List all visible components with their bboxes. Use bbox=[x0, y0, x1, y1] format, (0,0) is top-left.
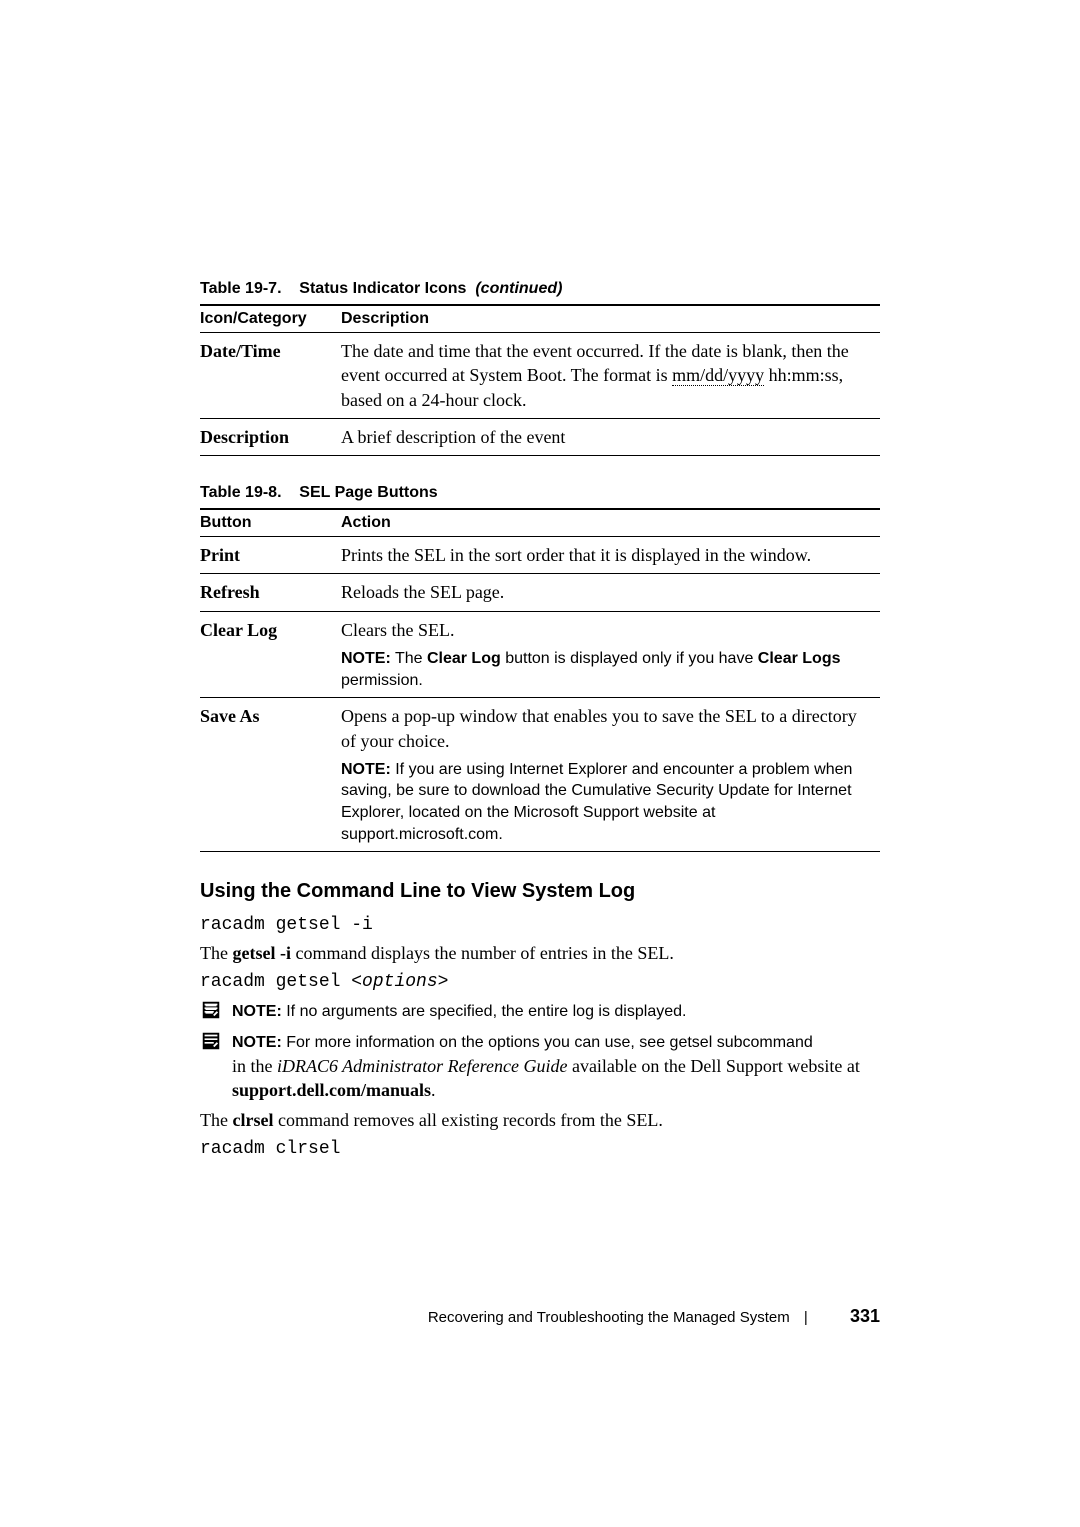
page-footer: Recovering and Troubleshooting the Manag… bbox=[428, 1306, 880, 1327]
note-row: NOTE: If no arguments are specified, the… bbox=[200, 998, 880, 1023]
caption-title: Status Indicator Icons bbox=[299, 280, 466, 297]
table-row: Save As Opens a pop-up window that enabl… bbox=[200, 698, 880, 852]
footer-text: Recovering and Troubleshooting the Manag… bbox=[428, 1309, 790, 1326]
table-header: Description bbox=[341, 305, 880, 333]
row-label: Description bbox=[200, 418, 341, 455]
note-row: NOTE: For more information on the option… bbox=[200, 1029, 880, 1102]
row-label: Refresh bbox=[200, 574, 341, 611]
table-row: Description A brief description of the e… bbox=[200, 418, 880, 455]
row-content: Prints the SEL in the sort order that it… bbox=[341, 537, 880, 574]
caption-prefix: Table 19-7. bbox=[200, 280, 282, 297]
note-content: NOTE: For more information on the option… bbox=[232, 1029, 880, 1102]
table-row: Date/Time The date and time that the eve… bbox=[200, 333, 880, 419]
table-header: Icon/Category bbox=[200, 305, 341, 333]
table-row: Clear Log Clears the SEL. NOTE: The Clea… bbox=[200, 611, 880, 697]
saveas-text: Opens a pop-up window that enables you t… bbox=[341, 704, 874, 753]
caption-title: SEL Page Buttons bbox=[299, 484, 437, 501]
row-label: Date/Time bbox=[200, 333, 341, 419]
body-paragraph: The clrsel command removes all existing … bbox=[200, 1108, 880, 1133]
section-heading: Using the Command Line to View System Lo… bbox=[200, 880, 880, 903]
row-content: Reloads the SEL page. bbox=[341, 574, 880, 611]
row-content: The date and time that the event occurre… bbox=[341, 333, 880, 419]
command-line: racadm getsel <options> bbox=[200, 972, 880, 992]
table-198-caption: Table 19-8. SEL Page Buttons bbox=[200, 484, 880, 502]
table-197: Icon/Category Description Date/Time The … bbox=[200, 304, 880, 456]
row-content: Clears the SEL. NOTE: The Clear Log butt… bbox=[341, 611, 880, 697]
table-row: Refresh Reloads the SEL page. bbox=[200, 574, 880, 611]
command-line: racadm getsel -i bbox=[200, 915, 880, 935]
row-content: Opens a pop-up window that enables you t… bbox=[341, 698, 880, 852]
row-label: Print bbox=[200, 537, 341, 574]
table-row: Print Prints the SEL in the sort order t… bbox=[200, 537, 880, 574]
row-content: A brief description of the event bbox=[341, 418, 880, 455]
command-line: racadm clrsel bbox=[200, 1139, 880, 1159]
note-icon bbox=[200, 1030, 222, 1052]
caption-suffix: (continued) bbox=[471, 280, 563, 297]
caption-prefix: Table 19-8. bbox=[200, 484, 282, 501]
saveas-note: NOTE: If you are using Internet Explorer… bbox=[341, 759, 874, 845]
note-content: NOTE: If no arguments are specified, the… bbox=[232, 998, 686, 1023]
clearlog-text: Clears the SEL. bbox=[341, 618, 874, 642]
row-label: Clear Log bbox=[200, 611, 341, 697]
note-icon bbox=[200, 999, 222, 1021]
footer-divider: | bbox=[804, 1309, 808, 1326]
table-197-caption: Table 19-7. Status Indicator Icons (cont… bbox=[200, 280, 880, 298]
page-number: 331 bbox=[850, 1306, 880, 1326]
table-198: Button Action Print Prints the SEL in th… bbox=[200, 508, 880, 852]
clearlog-note: NOTE: The Clear Log button is displayed … bbox=[341, 648, 874, 691]
row-label: Save As bbox=[200, 698, 341, 852]
body-paragraph: The getsel -i command displays the numbe… bbox=[200, 941, 880, 966]
table-header: Action bbox=[341, 509, 880, 537]
table-header: Button bbox=[200, 509, 341, 537]
